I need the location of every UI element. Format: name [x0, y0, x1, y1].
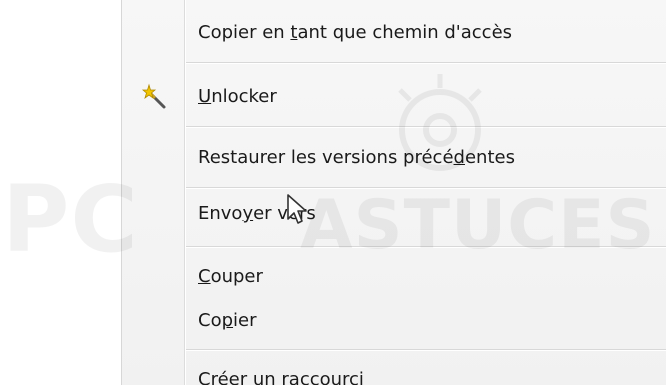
menu-separator [186, 246, 666, 247]
menu-separator [186, 126, 666, 127]
menu-item-cut[interactable]: Couper [122, 257, 666, 297]
menu-separator [186, 349, 666, 350]
menu-item-label: Copier en tant que chemin d'accès [198, 22, 513, 43]
menu-item-label: Couper [198, 266, 263, 287]
menu-item-copy-as-path[interactable]: Copier en tant que chemin d'accès [122, 13, 666, 53]
magic-wand-icon [141, 83, 166, 109]
menu-separator [186, 62, 666, 63]
menu-item-send-to[interactable]: Envoyer vers [122, 194, 666, 234]
menu-item-label: Copier [198, 310, 257, 331]
explorer-pane [0, 0, 121, 385]
menu-item-label: Créer un raccourci [198, 369, 364, 385]
menu-item-create-shortcut[interactable]: Créer un raccourci [122, 360, 666, 385]
menu-item-copy[interactable]: Copier [122, 301, 666, 341]
context-menu: Copier en tant que chemin d'accès Unlock… [121, 0, 666, 385]
screenshot-viewport: Copier en tant que chemin d'accès Unlock… [0, 0, 666, 385]
menu-item-restore-previous-versions[interactable]: Restaurer les versions précédentes [122, 138, 666, 178]
menu-item-label: Restaurer les versions précédentes [198, 147, 515, 168]
menu-item-label: Envoyer vers [198, 203, 316, 224]
menu-separator [186, 187, 666, 188]
menu-item-label: Unlocker [198, 86, 277, 107]
menu-item-unlocker[interactable]: Unlocker [122, 77, 666, 117]
